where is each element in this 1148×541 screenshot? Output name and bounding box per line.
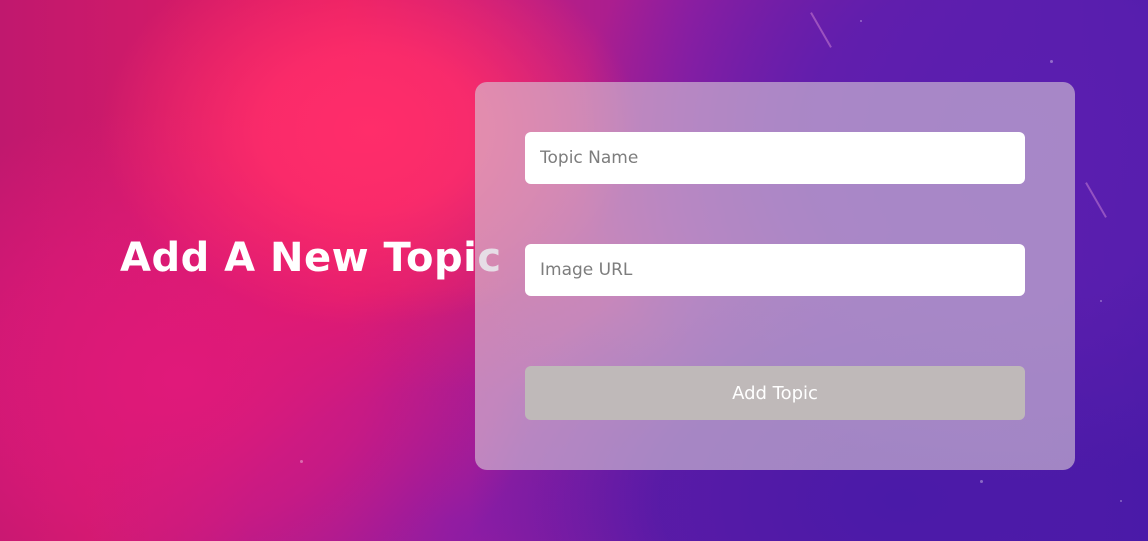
background-speck (1120, 500, 1122, 502)
background-speck (300, 460, 303, 463)
add-topic-form: Add Topic (475, 82, 1075, 470)
background-speck (1100, 300, 1102, 302)
page-title: Add A New Topic (120, 235, 502, 281)
image-url-input[interactable] (525, 244, 1025, 296)
background-streak (810, 12, 832, 48)
background-streak (1085, 182, 1107, 218)
topic-name-input[interactable] (525, 132, 1025, 184)
background-speck (1050, 60, 1053, 63)
background-speck (980, 480, 983, 483)
add-topic-button[interactable]: Add Topic (525, 366, 1025, 420)
background-speck (860, 20, 862, 22)
